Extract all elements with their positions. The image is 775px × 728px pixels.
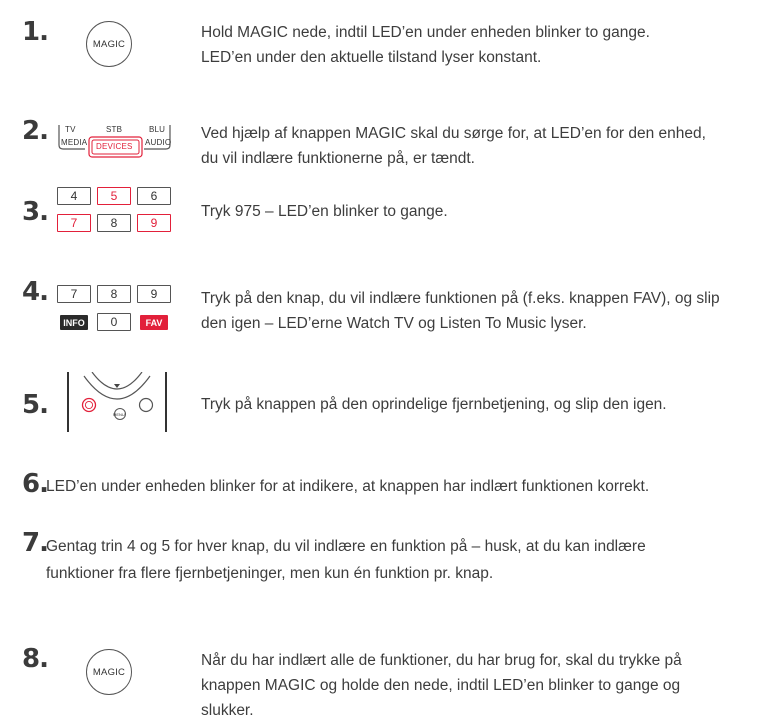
step-2-number: 2. xyxy=(22,116,49,146)
step-8-text-line-3: slukker. xyxy=(201,702,254,719)
step-1-text-line-1: Hold MAGIC nede, indtil LED’en under enh… xyxy=(201,24,650,41)
step-1-number: 1. xyxy=(22,17,49,47)
media-label: MEDIA xyxy=(61,138,88,147)
step-5-number: 5. xyxy=(22,390,49,420)
original-remote-icon: MENU xyxy=(62,371,172,432)
step-4-text-line-1: Tryk på den knap, du vil indlære funktio… xyxy=(201,290,720,307)
step-3-text: Tryk 975 – LED’en blinker to gange. xyxy=(201,203,448,220)
step-5-text: Tryk på knappen på den oprindelige fjern… xyxy=(201,396,667,413)
step-8-text-line-2: knappen MAGIC og holde den nede, indtil … xyxy=(201,677,681,694)
info-key-icon: INFO xyxy=(60,315,88,330)
step-6-text: LED’en under enheden blinker for at indi… xyxy=(46,478,650,495)
step-7-text-line-2: funktioner fra flere fjernbetjeninger, m… xyxy=(46,565,494,582)
blu-label: BLU xyxy=(149,125,166,134)
original-remote-drawing xyxy=(67,371,167,432)
audio-label: AUDIO xyxy=(145,138,172,147)
menu-button-label: MENU xyxy=(113,412,125,417)
step-8-number: 8. xyxy=(22,644,49,674)
step-6-number: 6. xyxy=(22,469,49,499)
key-6-icon: 6 xyxy=(137,187,171,205)
magic-button-icon: MAGIC xyxy=(86,21,132,67)
key-8-icon: 8 xyxy=(97,285,131,303)
key-0-icon: 0 xyxy=(97,313,131,331)
tv-label: TV xyxy=(65,125,76,134)
step-3-number: 3. xyxy=(22,197,49,227)
step-8-text-line-1: Når du har indlært alle de funktioner, d… xyxy=(201,652,682,669)
step-2-text-line-1: Ved hjælp af knappen MAGIC skal du sørge… xyxy=(201,125,706,142)
step-1-text-line-2: LED’en under den aktuelle tilstand lyser… xyxy=(201,49,542,66)
stb-label: STB xyxy=(106,125,123,134)
key-5-icon: 5 xyxy=(97,187,131,205)
key-9-icon: 9 xyxy=(137,214,171,232)
step-4-number: 4. xyxy=(22,277,49,307)
step-4-text-line-2: den igen – LED’erne Watch TV og Listen T… xyxy=(201,315,587,332)
key-7-icon: 7 xyxy=(57,285,91,303)
magic-button-icon: MAGIC xyxy=(86,649,132,695)
key-8-icon: 8 xyxy=(97,214,131,232)
fav-key-icon: FAV xyxy=(140,315,168,330)
step-2-text-line-2: du vil indlære funktionerne på, er tændt… xyxy=(201,150,475,167)
key-9-icon: 9 xyxy=(137,285,171,303)
step-7-text-line-1: Gentag trin 4 og 5 for hver knap, du vil… xyxy=(46,538,646,555)
key-4-icon: 4 xyxy=(57,187,91,205)
device-selector-icon: TV STB BLU MEDIA DEVICES AUDIO xyxy=(57,125,172,161)
key-7-icon: 7 xyxy=(57,214,91,232)
step-7-number: 7. xyxy=(22,528,49,558)
devices-label: DEVICES xyxy=(96,142,133,151)
